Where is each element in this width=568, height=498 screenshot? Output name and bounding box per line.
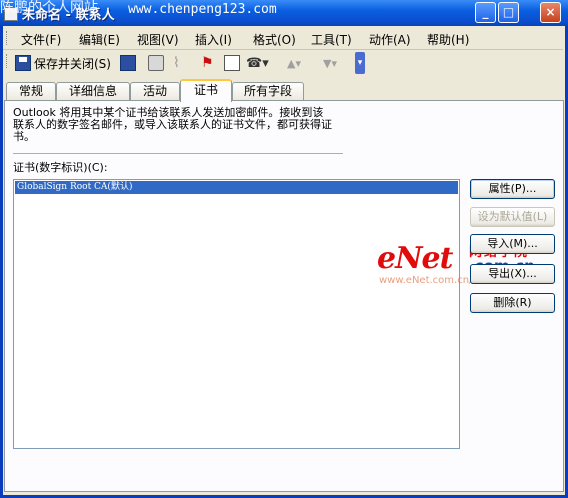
properties-button[interactable]: 属性(P)... xyxy=(470,179,555,199)
certificate-description: Outlook 将用其中某个证书给该联系人发送加密邮件。接收到该联系人的数字签名… xyxy=(13,106,332,143)
maximize-button[interactable]: □ xyxy=(498,2,519,23)
set-default-button[interactable]: 设为默认值(L) xyxy=(470,207,555,227)
tab-strip: 常规 详细信息 活动 证书 所有字段 xyxy=(4,79,564,102)
minimize-button[interactable]: _ xyxy=(475,2,496,23)
toolbar-grip xyxy=(6,54,9,68)
export-button[interactable]: 导出(X)... xyxy=(470,264,555,284)
down-arrow-icon[interactable]: ▼▾ xyxy=(323,53,337,73)
up-arrow-icon[interactable]: ▲▾ xyxy=(287,53,301,73)
flag-icon[interactable]: ⚑ xyxy=(201,53,214,73)
title-watermark-text: 陈鹏的个人网站 xyxy=(0,0,98,16)
tab-general[interactable]: 常规 xyxy=(6,82,56,101)
title-watermark-url: www.chenpeng123.com xyxy=(128,2,277,17)
title-bar[interactable]: 未命名 - 联系人 www.chenpeng123.com 陈鹏的个人网站 _ … xyxy=(0,0,568,26)
standard-toolbar: 保存并关闭(S) ⌇ ⚑ ☎▾ ▲▾ ▼▾ ▾ xyxy=(3,50,563,76)
save-and-close-button[interactable]: 保存并关闭(S) xyxy=(15,53,111,73)
toolbar-overflow-chevron-icon[interactable]: ▾ xyxy=(355,52,365,74)
print-icon[interactable] xyxy=(148,53,164,73)
tab-activities[interactable]: 活动 xyxy=(130,82,180,101)
certificate-list-label: 证书(数字标识)(C): xyxy=(13,161,108,174)
menu-edit[interactable]: 编辑(E) xyxy=(79,31,120,48)
menu-bar: 文件(F) 编辑(E) 视图(V) 插入(I) 格式(O) 工具(T) 动作(A… xyxy=(3,27,563,50)
certificates-panel: Outlook 将用其中某个证书给该联系人发送加密邮件。接收到该联系人的数字签名… xyxy=(4,100,564,492)
phone-icon[interactable]: ☎▾ xyxy=(246,53,269,73)
import-button[interactable]: 导入(M)... xyxy=(470,234,555,254)
menu-grip xyxy=(6,31,9,45)
menu-view[interactable]: 视图(V) xyxy=(137,31,179,48)
save-icon[interactable] xyxy=(120,53,136,73)
tab-certificates[interactable]: 证书 xyxy=(180,79,232,102)
menu-help[interactable]: 帮助(H) xyxy=(427,31,469,48)
logo-brand: eNet xyxy=(377,241,453,276)
save-and-close-label: 保存并关闭(S) xyxy=(34,56,111,71)
contact-card-icon[interactable] xyxy=(224,53,240,73)
list-item[interactable]: GlobalSign Root CA(默认) xyxy=(15,181,458,194)
delete-button[interactable]: 删除(R) xyxy=(470,293,555,313)
close-button[interactable]: × xyxy=(540,2,561,23)
menu-tools[interactable]: 工具(T) xyxy=(311,31,352,48)
menu-actions[interactable]: 动作(A) xyxy=(369,31,411,48)
menu-format[interactable]: 格式(O) xyxy=(253,31,296,48)
save-icon xyxy=(15,55,31,71)
divider xyxy=(13,153,343,154)
tab-details[interactable]: 详细信息 xyxy=(56,82,130,101)
certificate-list[interactable]: GlobalSign Root CA(默认) xyxy=(13,179,460,449)
attach-icon[interactable]: ⌇ xyxy=(173,53,180,73)
menu-insert[interactable]: 插入(I) xyxy=(195,31,232,48)
tab-all-fields[interactable]: 所有字段 xyxy=(232,82,304,101)
menu-file[interactable]: 文件(F) xyxy=(21,31,61,48)
